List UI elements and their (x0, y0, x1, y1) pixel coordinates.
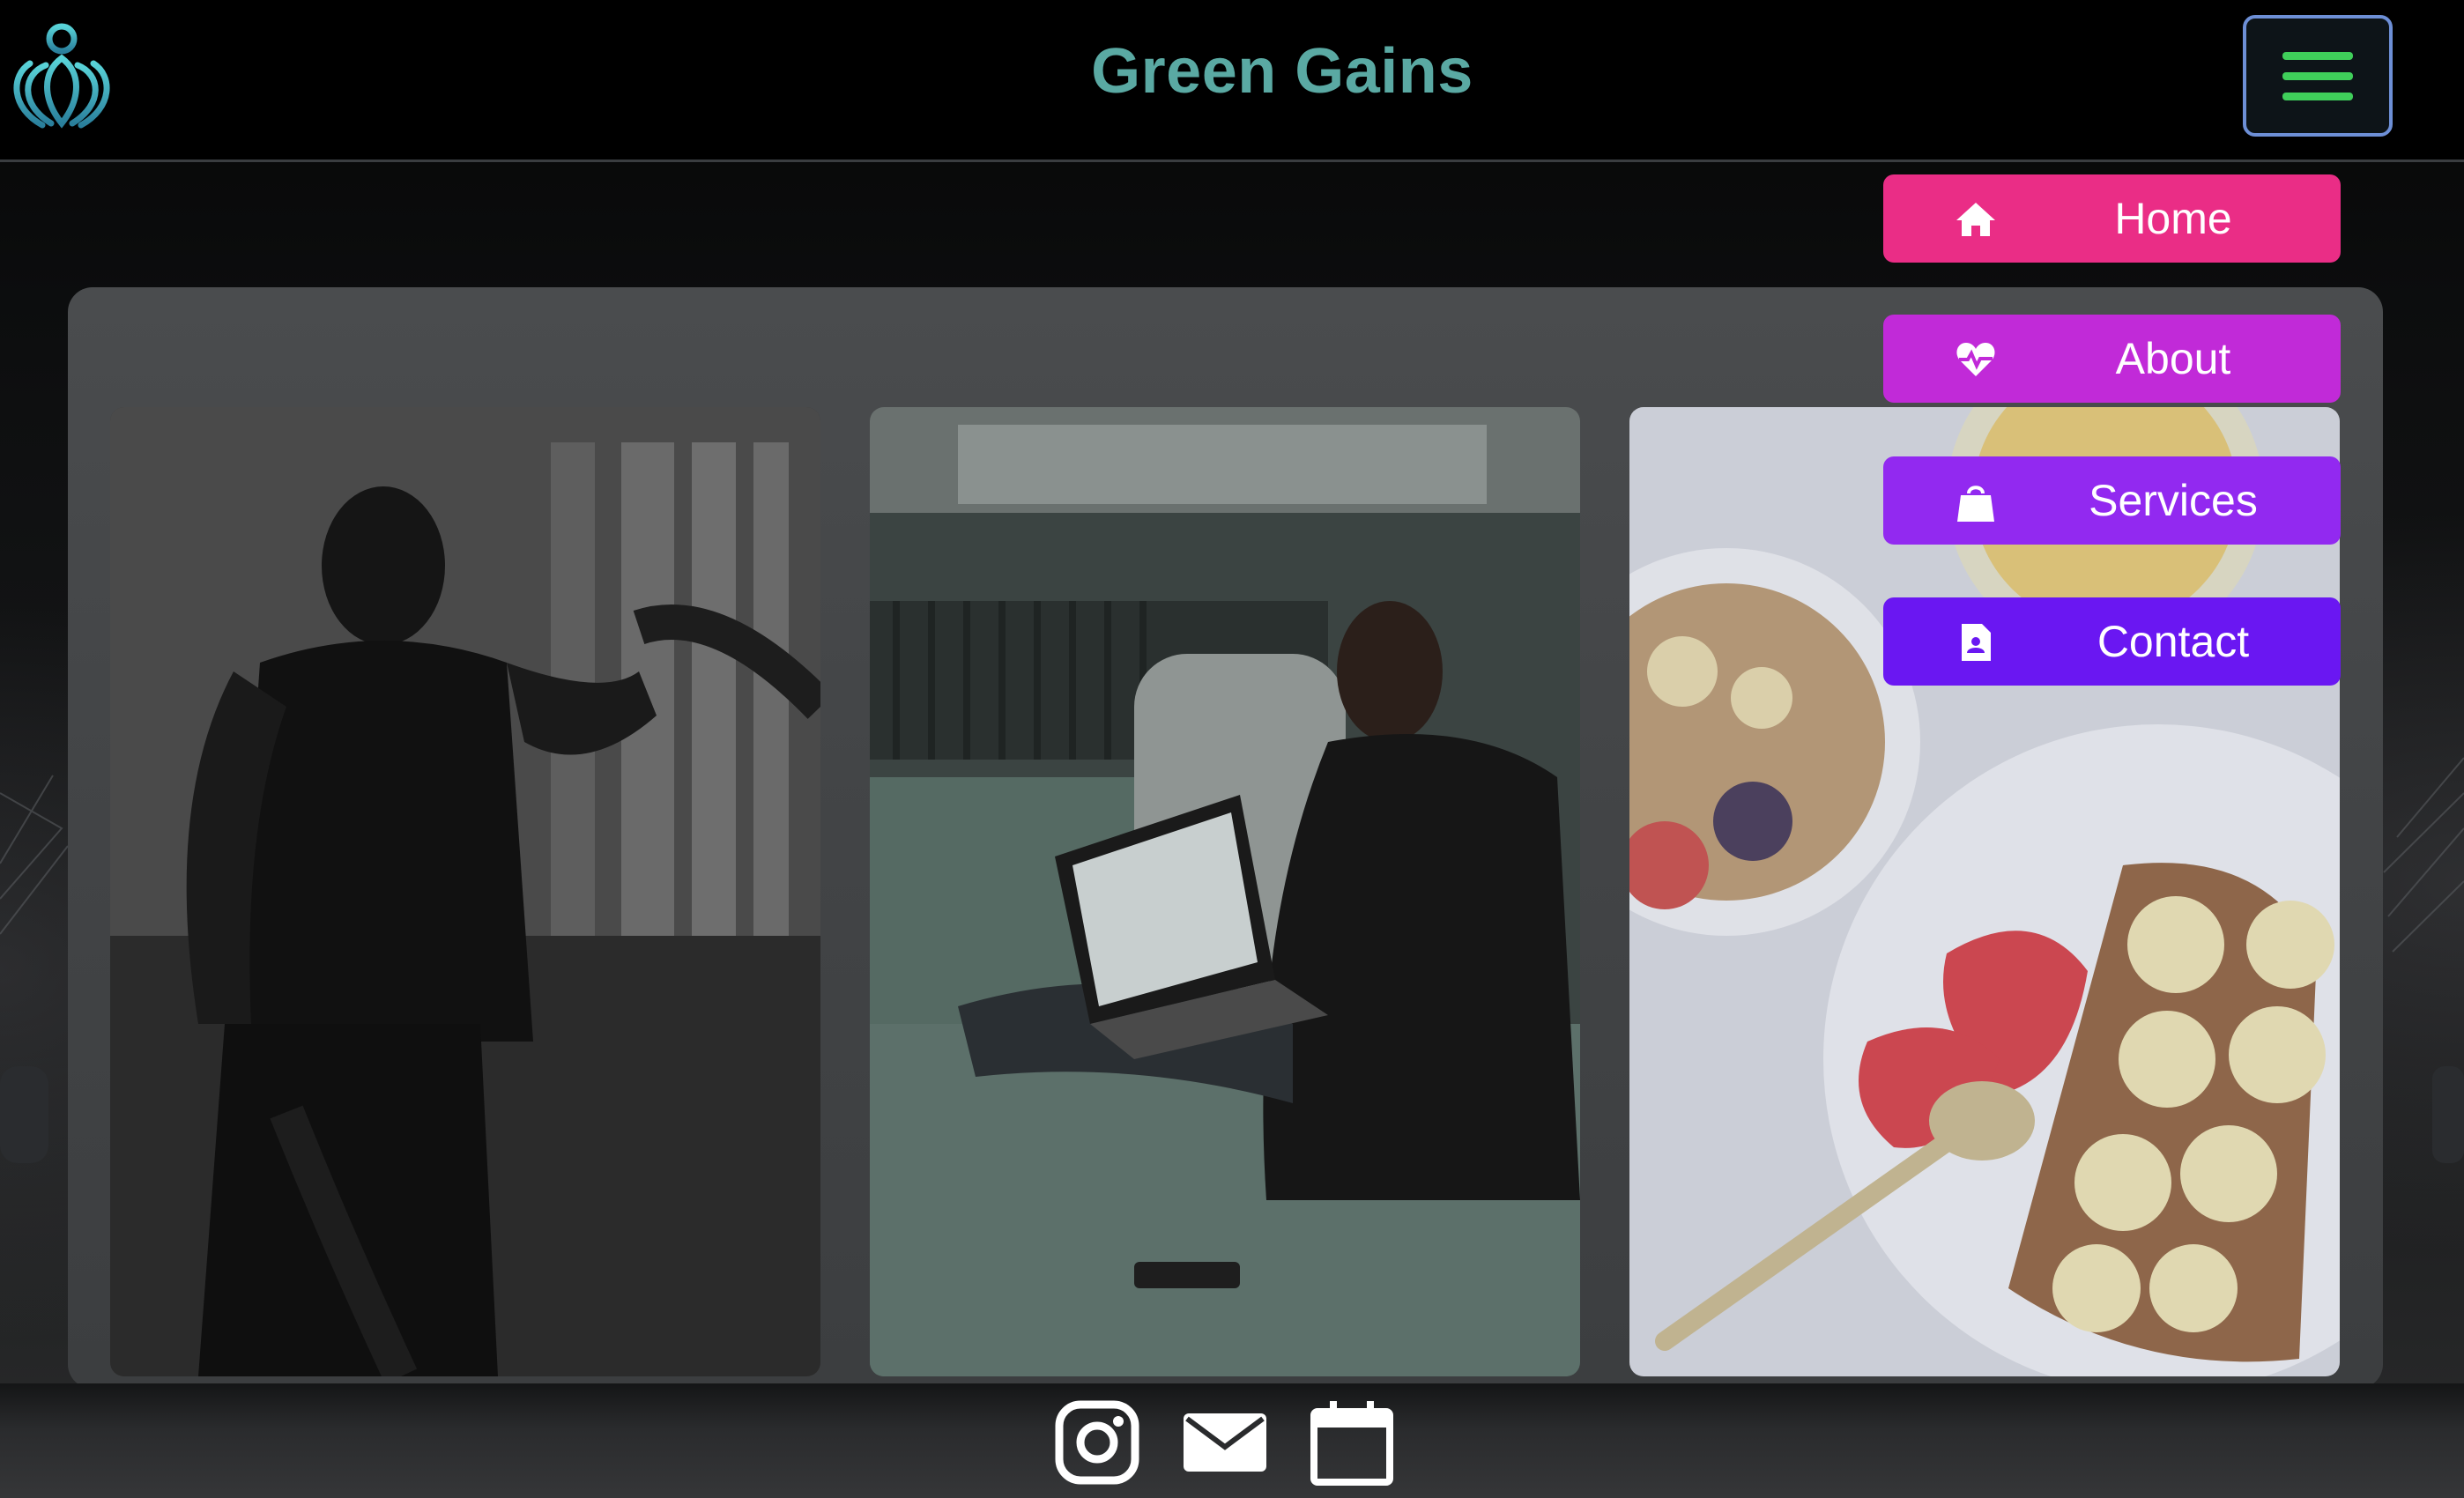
hamburger-menu-button[interactable] (2243, 15, 2393, 137)
video-call-training-photo (870, 407, 1580, 1376)
instagram-icon[interactable] (1054, 1399, 1140, 1486)
nav-item-label: Contact (2097, 617, 2250, 666)
mail-icon[interactable] (1182, 1399, 1268, 1486)
nav-item-services[interactable]: Services (1883, 456, 2341, 545)
site-header: Green Gains (0, 0, 2464, 162)
brand-title[interactable]: Green Gains (0, 35, 2464, 108)
nav-item-label: Services (2089, 476, 2258, 525)
battle-rope-workout-photo (110, 407, 820, 1376)
hamburger-line (2282, 92, 2353, 100)
heart-pulse-icon (1956, 343, 1995, 376)
nav-item-label: Home (2114, 194, 2232, 243)
home-icon (1956, 203, 1995, 236)
nav-item-label: About (2115, 334, 2231, 383)
shopping-bag-icon (1957, 486, 1994, 522)
nav-item-about[interactable]: About (1883, 315, 2341, 403)
hamburger-line (2282, 71, 2353, 80)
healthy-breakfast-photo (1629, 407, 2340, 1376)
nav-item-contact[interactable]: Contact (1883, 597, 2341, 686)
nav-item-home[interactable]: Home (1883, 174, 2341, 263)
hamburger-line (2282, 51, 2353, 60)
calendar-icon[interactable] (1309, 1399, 1395, 1486)
contact-card-icon (1962, 624, 1991, 661)
